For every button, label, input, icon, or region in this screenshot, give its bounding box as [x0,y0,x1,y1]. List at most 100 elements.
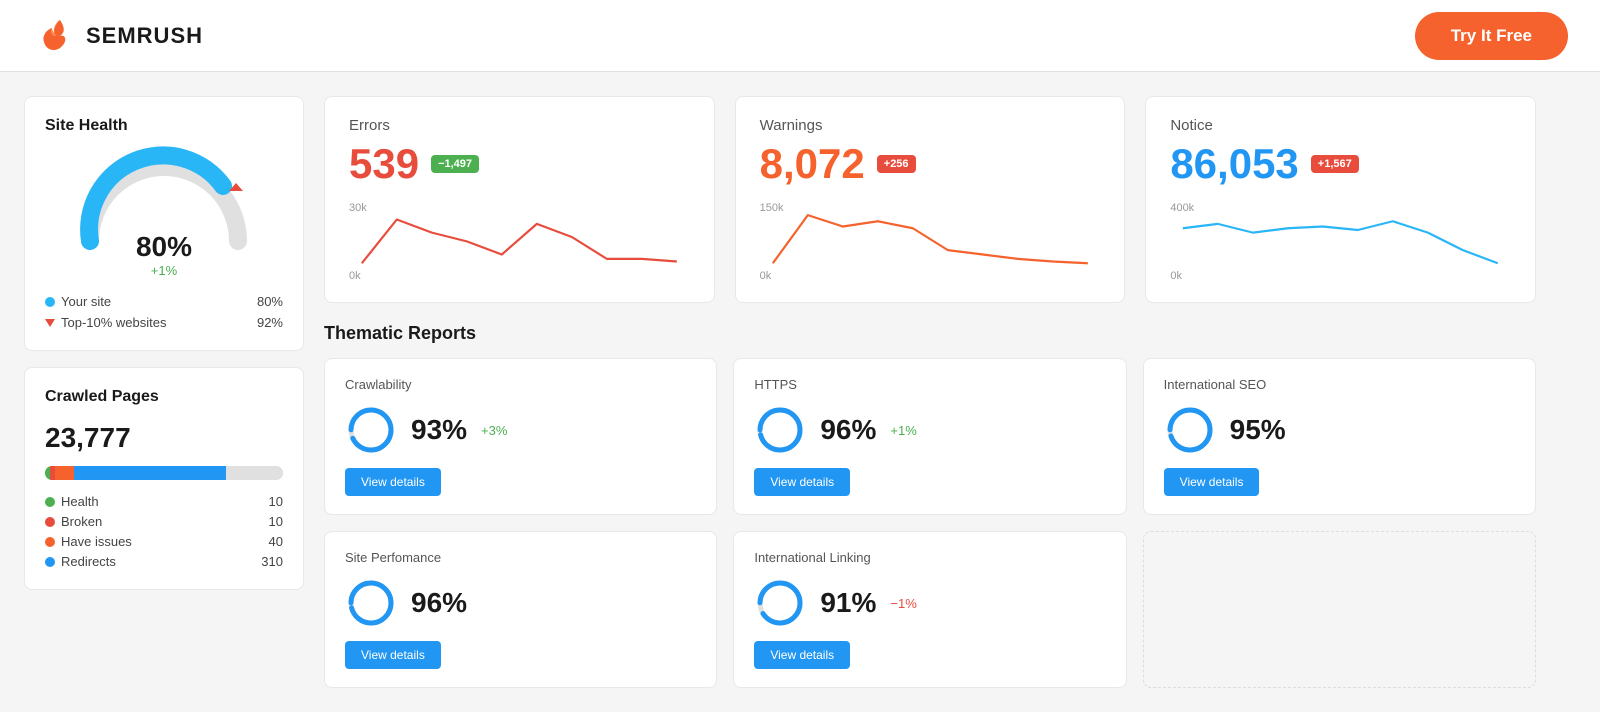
donut-chart [345,577,397,629]
thematic-delta: +3% [481,423,507,438]
metric-value-row: 539 −1,497 [349,140,690,188]
thematic-card: International Linking 91% −1% View detai… [733,531,1126,688]
thematic-reports-section: Thematic Reports Crawlability 93% +3% Vi… [324,323,1536,688]
sparkline-top-label: 400k [1170,202,1194,214]
thematic-card-label: Site Perfomance [345,550,696,565]
metric-value: 539 [349,140,419,188]
your-site-value: 80% [257,294,283,309]
content-area: Errors 539 −1,497 30k 0k Warnings 8,072 … [324,96,1536,688]
thematic-stat-row: 93% +3% [345,404,696,456]
thematic-percent: 91% [820,587,876,619]
metric-label: Errors [349,117,690,134]
sparkline-chart [1170,202,1511,272]
thematic-percent: 96% [411,587,467,619]
gauge-percent: 80% [136,231,192,263]
metric-badge: +256 [877,155,916,173]
view-details-button[interactable]: View details [345,468,441,496]
sparkline-top-label: 150k [760,202,784,214]
sparkline-chart [760,202,1101,272]
crawled-legend-item: Have issues 40 [45,534,283,549]
thematic-delta: +1% [890,423,916,438]
site-health-title: Site Health [45,117,283,135]
legend-dot [45,497,55,507]
donut-chart [1164,404,1216,456]
thematic-percent: 95% [1230,414,1286,446]
legend-value: 10 [269,514,283,529]
metric-card: Notice 86,053 +1,567 400k 0k [1145,96,1536,303]
gauge-delta: +1% [136,263,192,278]
legend-label: Broken [61,514,102,529]
crawled-legend-item: Redirects 310 [45,554,283,569]
top10-label: Top-10% websites [61,315,167,330]
crawled-legend-item: Broken 10 [45,514,283,529]
sparkline: 30k 0k [349,202,690,282]
thematic-card: Crawlability 93% +3% View details [324,358,717,515]
thematic-card-label: International Linking [754,550,1105,565]
header: SEMRUSH Try It Free [0,0,1600,72]
try-it-free-button[interactable]: Try It Free [1415,12,1568,60]
metric-badge: −1,497 [431,155,479,173]
semrush-logo-icon [32,14,76,58]
thematic-percent: 93% [411,414,467,446]
sparkline-bot-label: 0k [1170,270,1182,282]
gauge-center: 80% +1% [136,231,192,278]
metric-badge: +1,567 [1311,155,1359,173]
donut-chart [754,577,806,629]
view-details-button[interactable]: View details [345,641,441,669]
thematic-card-label: Crawlability [345,377,696,392]
logo-text: SEMRUSH [86,23,203,49]
bar-redirects [74,466,226,480]
thematic-card: HTTPS 96% +1% View details [733,358,1126,515]
thematic-delta: −1% [890,596,916,611]
sparkline: 150k 0k [760,202,1101,282]
thematic-card: International SEO 95% View details [1143,358,1536,515]
metric-label: Notice [1170,117,1511,134]
legend-top10: Top-10% websites 92% [45,315,283,330]
your-site-label: Your site [61,294,111,309]
metric-value: 86,053 [1170,140,1298,188]
thematic-title: Thematic Reports [324,323,1536,344]
top10-value: 92% [257,315,283,330]
crawled-pages-card: Crawled Pages 23,777 Health 10 Broken 10… [24,367,304,590]
thematic-stat-row: 96% +1% [754,404,1105,456]
thematic-stat-row: 96% [345,577,696,629]
top10-icon [45,319,55,327]
site-health-card: Site Health 80% +1% [24,96,304,351]
crawled-bar [45,466,283,480]
crawled-pages-title: Crawled Pages [45,388,283,406]
thematic-grid: Crawlability 93% +3% View details HTTPS … [324,358,1536,688]
thematic-stat-row: 95% [1164,404,1515,456]
legend-label: Redirects [61,554,116,569]
thematic-percent: 96% [820,414,876,446]
sparkline: 400k 0k [1170,202,1511,282]
crawled-legend: Health 10 Broken 10 Have issues 40 Redir… [45,494,283,569]
legend-value: 40 [269,534,283,549]
gauge-container: 80% +1% [45,151,283,278]
sparkline-bot-label: 0k [760,270,772,282]
view-details-button[interactable]: View details [754,641,850,669]
legend-dot [45,517,55,527]
legend-dot [45,557,55,567]
metric-card: Warnings 8,072 +256 150k 0k [735,96,1126,303]
bar-issues [55,466,74,480]
legend-your-site: Your site 80% [45,294,283,309]
metric-value: 8,072 [760,140,865,188]
view-details-button[interactable]: View details [1164,468,1260,496]
legend-value: 10 [269,494,283,509]
donut-chart [345,404,397,456]
metric-card: Errors 539 −1,497 30k 0k [324,96,715,303]
metric-value-row: 86,053 +1,567 [1170,140,1511,188]
sparkline-top-label: 30k [349,202,367,214]
sparkline-chart [349,202,690,272]
thematic-card-label: International SEO [1164,377,1515,392]
legend-value: 310 [261,554,283,569]
metrics-row: Errors 539 −1,497 30k 0k Warnings 8,072 … [324,96,1536,303]
thematic-card-label: HTTPS [754,377,1105,392]
sparkline-bot-label: 0k [349,270,361,282]
thematic-stat-row: 91% −1% [754,577,1105,629]
sidebar: Site Health 80% +1% [24,96,304,688]
legend-label: Have issues [61,534,132,549]
thematic-card: Site Perfomance 96% View details [324,531,717,688]
view-details-button[interactable]: View details [754,468,850,496]
thematic-card [1143,531,1536,688]
